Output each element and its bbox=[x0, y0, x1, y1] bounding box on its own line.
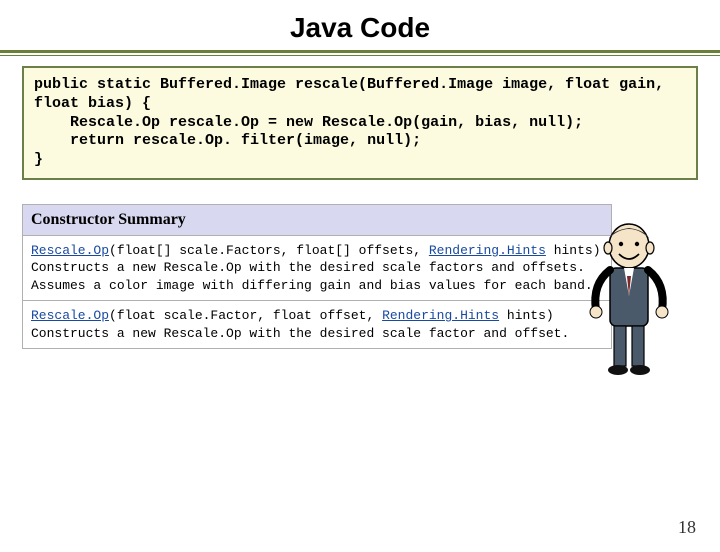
page-title: Java Code bbox=[0, 12, 720, 44]
signature-text: (float scale.Factor, float offset, bbox=[109, 308, 382, 323]
constructor-summary-table: Constructor Summary Rescale.Op(float[] s… bbox=[22, 204, 612, 350]
constructor-description: Constructs a new Rescale.Op with the des… bbox=[31, 326, 569, 341]
signature-text: (float[] scale.Factors, float[] offsets, bbox=[109, 243, 429, 258]
title-underline bbox=[0, 50, 720, 56]
renderinghints-link[interactable]: Rendering.Hints bbox=[382, 308, 499, 323]
signature-text: hints) bbox=[546, 243, 601, 258]
table-row: Rescale.Op(float scale.Factor, float off… bbox=[23, 301, 612, 349]
rescaleop-link[interactable]: Rescale.Op bbox=[31, 243, 109, 258]
constructor-description: Constructs a new Rescale.Op with the des… bbox=[31, 260, 593, 293]
code-block: public static Buffered.Image rescale(Buf… bbox=[22, 66, 698, 180]
renderinghints-link[interactable]: Rendering.Hints bbox=[429, 243, 546, 258]
table-row: Rescale.Op(float[] scale.Factors, float[… bbox=[23, 235, 612, 301]
page-number: 18 bbox=[678, 517, 696, 538]
signature-text: hints) bbox=[499, 308, 554, 323]
rescaleop-link[interactable]: Rescale.Op bbox=[31, 308, 109, 323]
constructor-summary-header: Constructor Summary bbox=[23, 204, 612, 235]
